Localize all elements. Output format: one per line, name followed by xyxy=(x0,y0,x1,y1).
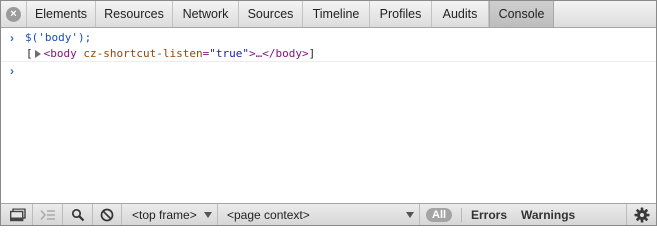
console-result-line: [<body cz-shortcut-listen="true">…</body… xyxy=(1,46,656,62)
prompt-icon: › xyxy=(10,64,14,78)
filter-all-button[interactable]: All xyxy=(426,208,453,222)
result-tag-open: <body xyxy=(43,47,77,60)
result-attr-name: cz-shortcut-listen xyxy=(83,47,203,60)
frame-select-value: <top frame> xyxy=(132,208,197,222)
console-command-line: › $('body'); xyxy=(1,30,656,46)
context-select[interactable]: <page context> xyxy=(221,204,420,225)
console-statusbar: <top frame> <page context> All Errors Wa… xyxy=(1,203,656,225)
result-attr-value: "true" xyxy=(209,47,249,60)
console-input-line[interactable]: › xyxy=(1,63,656,79)
execution-context-icon[interactable] xyxy=(33,204,63,225)
tab-audits[interactable]: Audits xyxy=(432,1,489,27)
context-select-value: <page context> xyxy=(227,208,310,222)
prompt-icon: › xyxy=(10,31,14,45)
search-icon[interactable] xyxy=(63,204,93,225)
tab-sources[interactable]: Sources xyxy=(239,1,303,27)
clear-console-icon[interactable] xyxy=(93,204,122,225)
tab-elements[interactable]: Elements xyxy=(26,1,96,27)
console-command-text: $('body'); xyxy=(25,31,92,44)
panel-tabbar: × Elements Resources Network Sources Tim… xyxy=(1,1,656,28)
devtools-window: × Elements Resources Network Sources Tim… xyxy=(0,0,657,226)
chevron-down-icon xyxy=(204,212,212,218)
dock-icon[interactable] xyxy=(4,204,33,225)
filter-warnings-button[interactable]: Warnings xyxy=(521,204,575,225)
filter-separator xyxy=(461,208,462,222)
frame-select[interactable]: <top frame> xyxy=(126,204,218,225)
chevron-down-icon xyxy=(406,212,414,218)
tab-resources[interactable]: Resources xyxy=(96,1,173,27)
close-icon[interactable]: × xyxy=(6,7,21,22)
expand-triangle-icon[interactable] xyxy=(34,50,41,58)
console-output[interactable]: › $('body'); [<body cz-shortcut-listen="… xyxy=(1,28,656,204)
result-tag-close: >…</body> xyxy=(248,47,309,60)
filter-errors-button[interactable]: Errors xyxy=(471,204,507,225)
tab-timeline[interactable]: Timeline xyxy=(303,1,370,27)
result-open-bracket: [ xyxy=(26,47,33,60)
result-close-bracket: ] xyxy=(308,47,316,60)
tab-network[interactable]: Network xyxy=(173,1,239,27)
tab-profiles[interactable]: Profiles xyxy=(370,1,432,27)
gear-icon[interactable] xyxy=(626,204,656,225)
tab-console[interactable]: Console xyxy=(489,1,554,27)
console-result[interactable]: [<body cz-shortcut-listen="true">…</body… xyxy=(26,46,315,62)
